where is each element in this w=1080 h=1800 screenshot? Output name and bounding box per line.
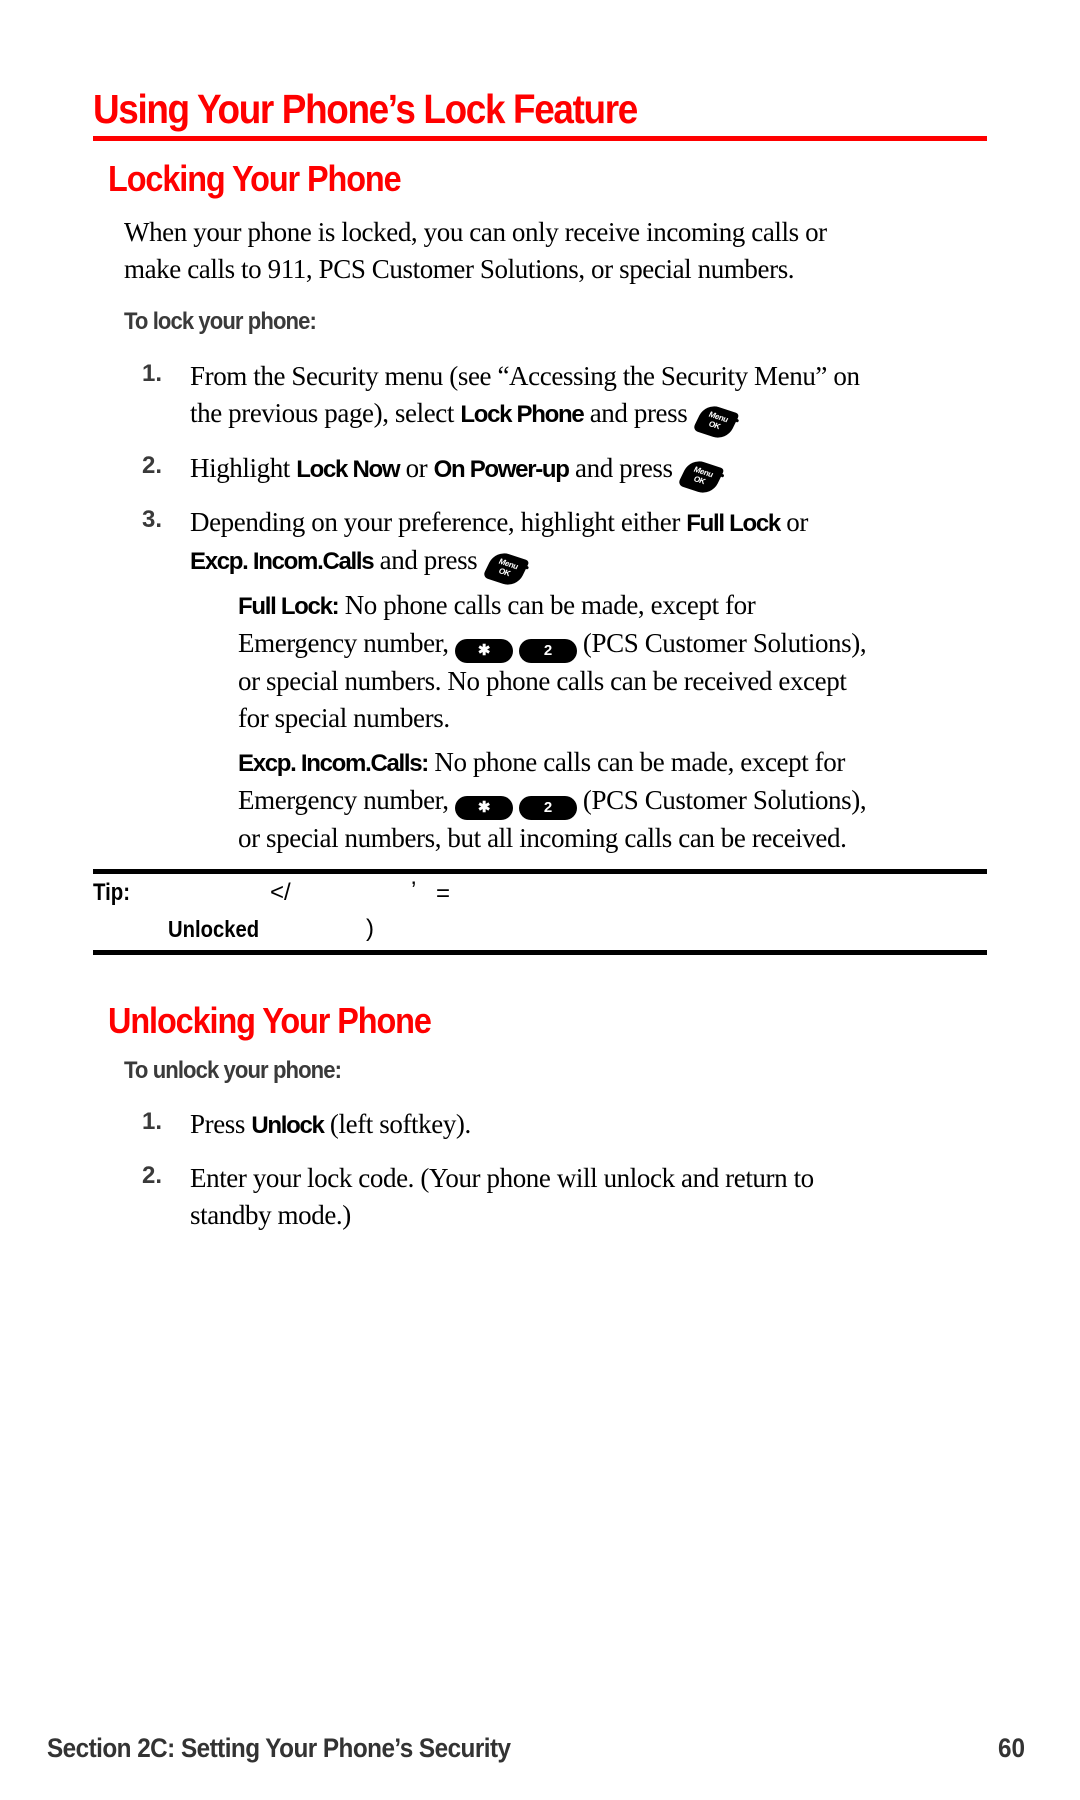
page-number: 60 [998, 1733, 1026, 1763]
subheading-unlock: To unlock your phone: [124, 1057, 342, 1084]
tip-unlocked-keyword: Unlocked [168, 916, 260, 942]
step-number: 3. [142, 506, 163, 533]
tip-fragment: ) [366, 915, 374, 942]
menu-ok-key-icon: Menu OK [481, 549, 530, 589]
keyword-lock-phone: Lock Phone [460, 401, 584, 428]
step-number: 2. [142, 452, 163, 479]
tip-bottom-rule [93, 950, 987, 955]
tip-label: Tip: [93, 879, 131, 906]
keyword-excp-incom-calls: Excp. Incom.Calls [190, 548, 375, 575]
tip-fragment: < [270, 879, 285, 906]
keyword-full-lock: Full Lock [686, 510, 781, 537]
two-key-icon: 2 [518, 639, 577, 663]
step-line: Depending on your preference, highlight … [190, 507, 808, 537]
step-line: the previous page), select Lock Phone an… [190, 395, 860, 442]
step-number: 2. [142, 1162, 163, 1189]
step-line: Highlight Lock Now or On Power-up and pr… [190, 450, 726, 497]
star-key-icon: ✱ [454, 639, 513, 663]
step-line: standby mode.) [190, 1200, 351, 1230]
step-number: 1. [142, 1108, 163, 1135]
option-excp-incom-calls: Excp. Incom.Calls: No phone calls can be… [238, 747, 867, 853]
keyword-lock-now: Lock Now [296, 456, 400, 483]
title-divider [93, 136, 987, 141]
page-title: Using Your Phone’s Lock Feature [93, 86, 638, 132]
section-heading-locking: Locking Your Phone [108, 158, 402, 199]
subheading-lock: To lock your phone: [124, 308, 317, 335]
keyword-unlock: Unlock [251, 1112, 325, 1139]
footer-section-title: Section 2C: Setting Your Phone’s Securit… [47, 1733, 511, 1763]
menu-ok-key-icon: Menu OK [691, 402, 740, 442]
option-label: Excp. Incom.Calls: [238, 750, 429, 777]
option-label: Full Lock: [238, 593, 340, 620]
option-full-lock: Full Lock: No phone calls can be made, e… [238, 590, 867, 733]
intro-line: make calls to 911, PCS Customer Solution… [124, 254, 795, 284]
step-number: 1. [142, 360, 163, 387]
keyword-on-power-up: On Power-up [433, 456, 570, 483]
step-line: Excp. Incom.Calls and press MenuOK. [190, 542, 808, 589]
two-key-icon: 2 [518, 796, 577, 820]
star-key-icon: ✱ [454, 796, 513, 820]
intro-line: When your phone is locked, you can only … [124, 217, 827, 247]
tip-fragment: ’ [411, 877, 417, 904]
intro-paragraph: When your phone is locked, you can only … [124, 214, 984, 288]
step-line: Enter your lock code. (Your phone will u… [190, 1163, 814, 1193]
menu-ok-key-icon: Menu OK [677, 457, 725, 497]
section-heading-unlocking: Unlocking Your Phone [108, 1000, 432, 1041]
tip-top-rule [93, 869, 987, 874]
tip-fragment: = [436, 880, 451, 907]
step-line: From the Security menu (see “Accessing t… [190, 361, 860, 391]
tip-fragment: / [284, 879, 291, 906]
step-line: Press Unlock (left softkey). [190, 1109, 471, 1139]
